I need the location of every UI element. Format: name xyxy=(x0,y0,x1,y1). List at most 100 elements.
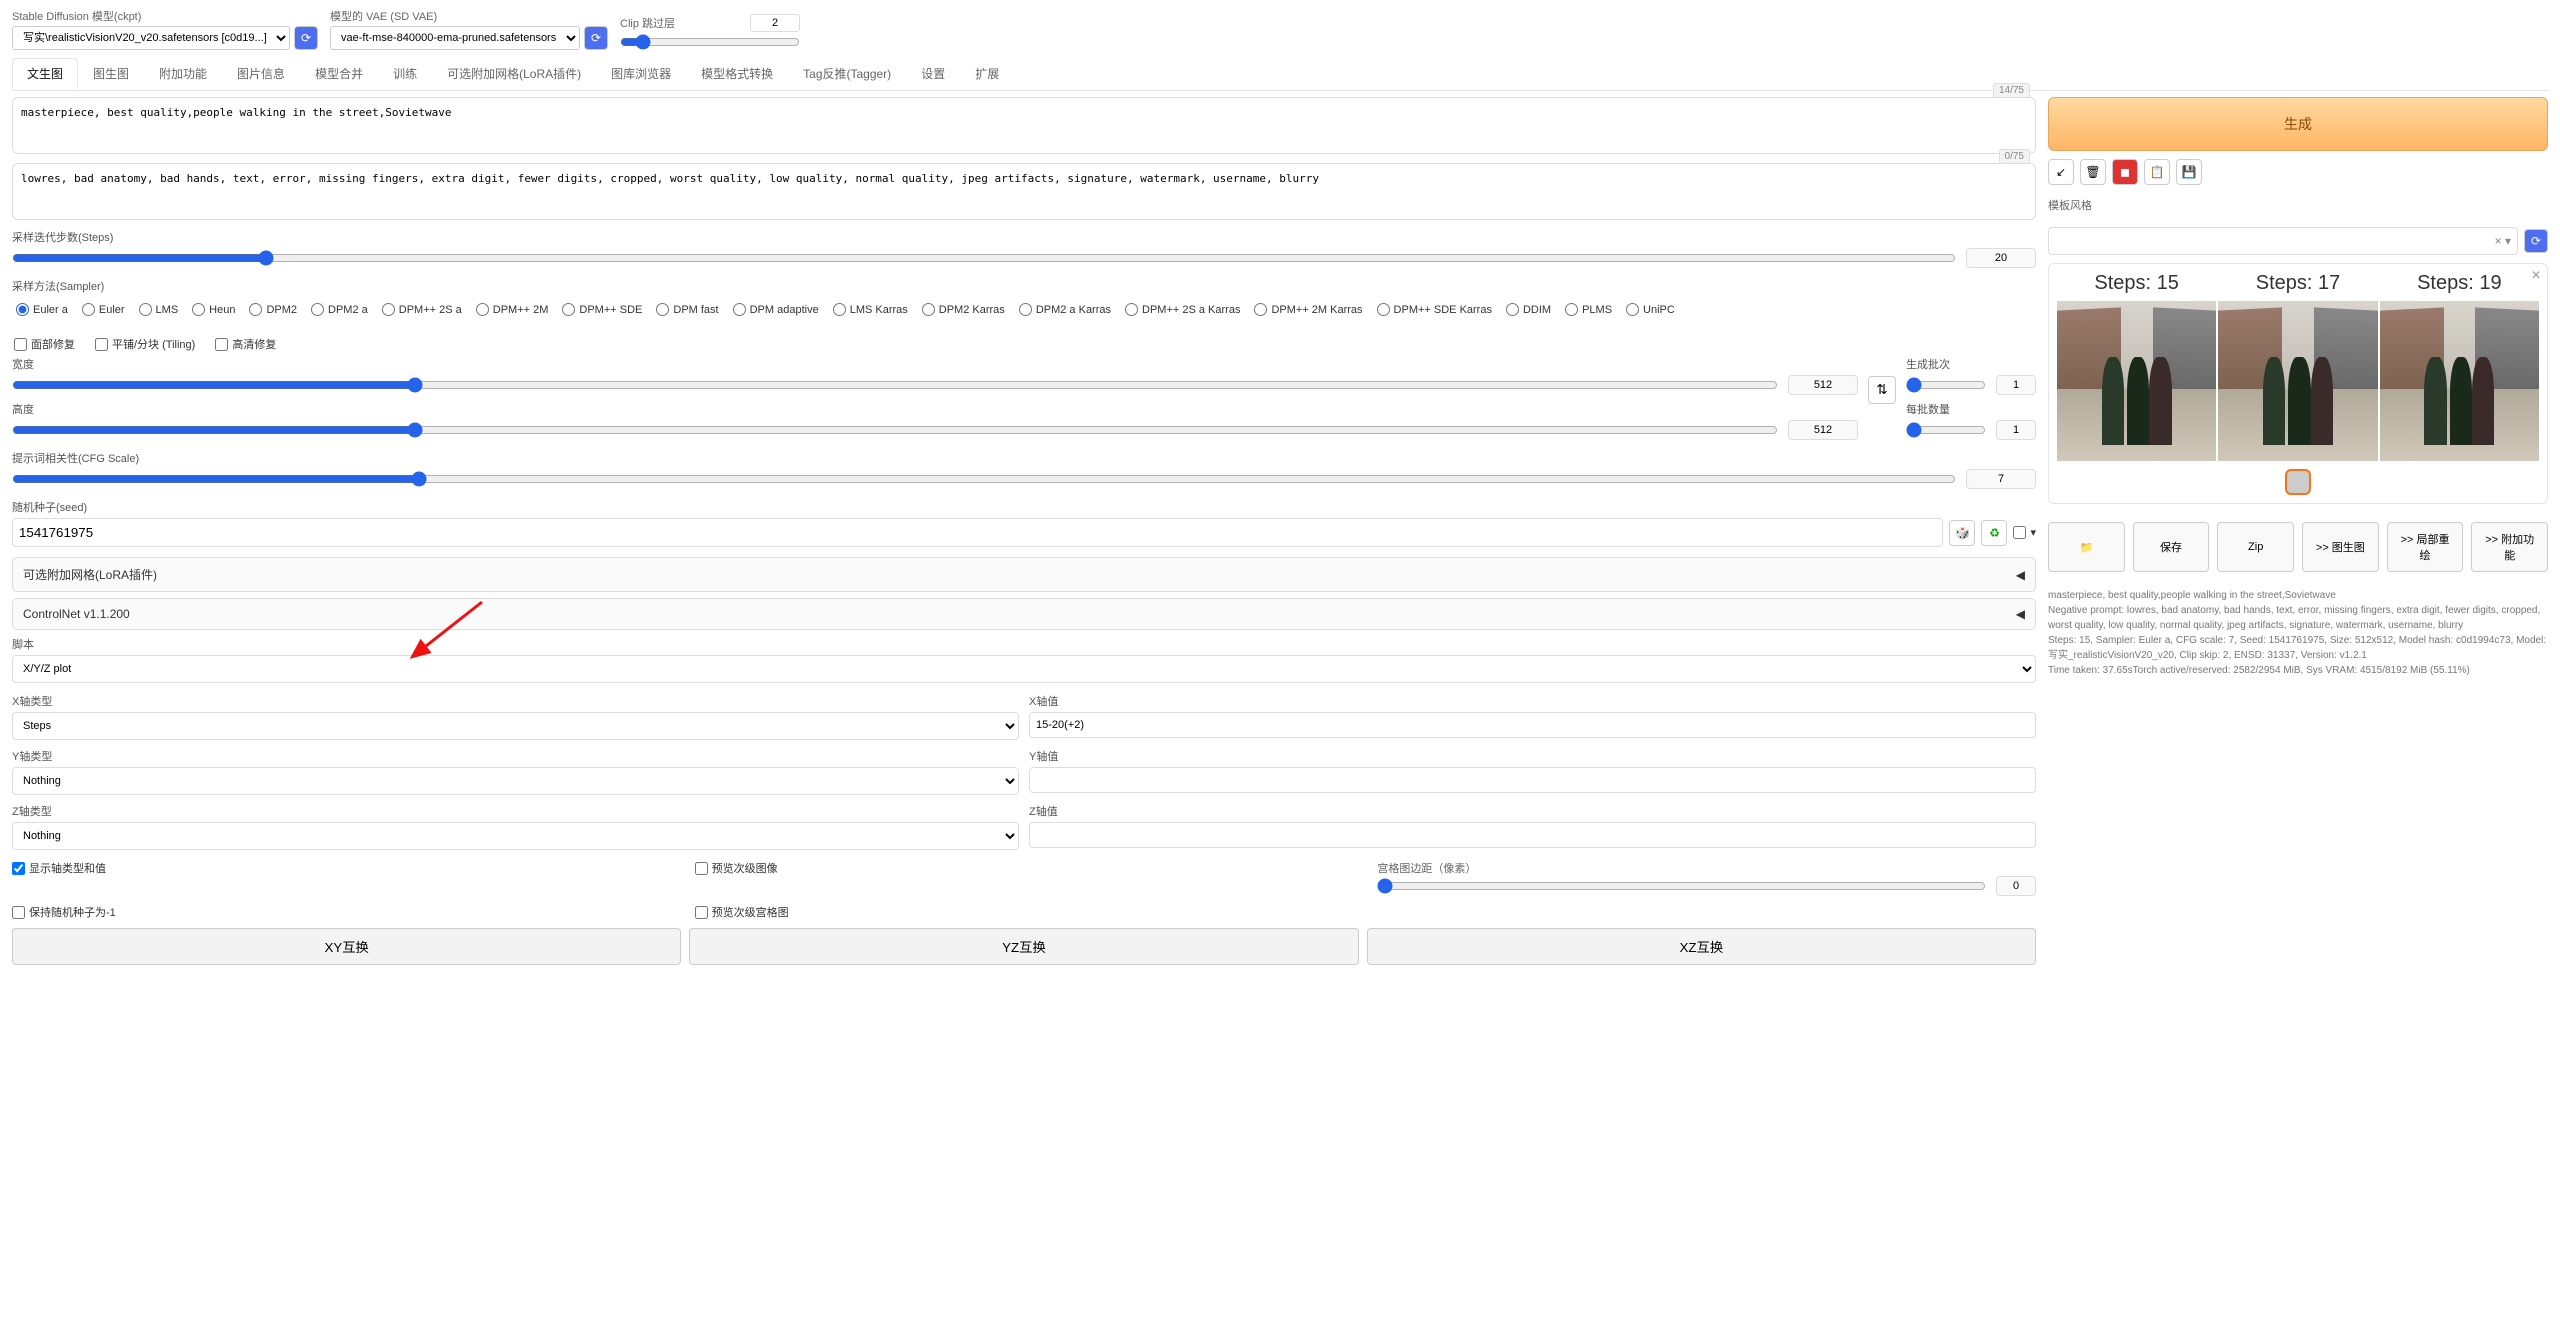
face-restore-check[interactable]: 面部修复 xyxy=(14,336,75,352)
sampler-lms-karras[interactable]: LMS Karras xyxy=(833,303,908,316)
cfg-value[interactable] xyxy=(1966,469,2036,489)
clipboard-icon[interactable]: 📋 xyxy=(2144,159,2170,185)
sampler-dpm-fast[interactable]: DPM fast xyxy=(656,303,718,316)
sampler-lms[interactable]: LMS xyxy=(139,303,179,316)
swap-xy-button[interactable]: XY互换 xyxy=(12,928,681,965)
batch-size-slider[interactable] xyxy=(1906,422,1986,438)
tab-extensions[interactable]: 扩展 xyxy=(960,58,1014,90)
sampler-dpm-2s-a[interactable]: DPM++ 2S a xyxy=(382,303,462,316)
tab-img2img[interactable]: 图生图 xyxy=(78,58,144,90)
sampler-ddim[interactable]: DDIM xyxy=(1506,303,1551,316)
seed-extra-check[interactable]: ▾ xyxy=(2013,526,2036,539)
sampler-dpm-2m[interactable]: DPM++ 2M xyxy=(476,303,549,316)
neg-token-count: 0/75 xyxy=(1999,149,2030,164)
style-select[interactable]: × ▾ xyxy=(2048,227,2518,255)
output-thumbnail[interactable] xyxy=(2285,469,2311,495)
tab-tagger[interactable]: Tag反推(Tagger) xyxy=(788,58,906,90)
height-value[interactable] xyxy=(1788,420,1858,440)
sampler-dpm-sde-karras[interactable]: DPM++ SDE Karras xyxy=(1377,303,1492,316)
tab-train[interactable]: 训练 xyxy=(378,58,432,90)
sampler-euler[interactable]: Euler xyxy=(82,303,125,316)
steps-value[interactable] xyxy=(1966,248,2036,268)
tab-settings[interactable]: 设置 xyxy=(906,58,960,90)
sampler-dpm2[interactable]: DPM2 xyxy=(249,303,297,316)
generate-button[interactable]: 生成 xyxy=(2048,97,2548,151)
checkpoint-select[interactable]: 写实\realisticVisionV20_v20.safetensors [c… xyxy=(12,26,290,50)
sampler-dpm-2s-a-karras[interactable]: DPM++ 2S a Karras xyxy=(1125,303,1240,316)
sub-img-check[interactable]: 预览次级图像 xyxy=(695,860,1354,876)
send-inpaint-button[interactable]: >> 局部重绘 xyxy=(2387,522,2464,572)
sub-grid-check[interactable]: 预览次级宫格图 xyxy=(695,904,1354,920)
seed-recycle-button[interactable]: ♻ xyxy=(1981,520,2007,546)
tab-txt2img[interactable]: 文生图 xyxy=(12,58,78,90)
margin-slider[interactable] xyxy=(1377,878,1986,894)
seed-random-button[interactable]: 🎲 xyxy=(1949,520,1975,546)
vae-select[interactable]: vae-ft-mse-840000-ema-pruned.safetensors xyxy=(330,26,580,50)
steps-slider[interactable] xyxy=(12,250,1956,266)
controlnet-accordion[interactable]: ControlNet v1.1.200◀ xyxy=(12,598,2036,630)
sampler-heun[interactable]: Heun xyxy=(192,303,235,316)
tab-gallery[interactable]: 图库浏览器 xyxy=(596,58,686,90)
width-value[interactable] xyxy=(1788,375,1858,395)
send-img2img-button[interactable]: >> 图生图 xyxy=(2302,522,2379,572)
cfg-slider[interactable] xyxy=(12,471,1956,487)
sampler-dpm2-a[interactable]: DPM2 a xyxy=(311,303,368,316)
tab-convert[interactable]: 模型格式转换 xyxy=(686,58,788,90)
open-folder-button[interactable]: 📁 xyxy=(2048,522,2125,572)
z-type-select[interactable]: Nothing xyxy=(12,822,1019,850)
y-type-select[interactable]: Nothing xyxy=(12,767,1019,795)
tab-pnginfo[interactable]: 图片信息 xyxy=(222,58,300,90)
height-slider[interactable] xyxy=(12,422,1778,438)
z-val-input[interactable] xyxy=(1029,822,2036,848)
output-image-1[interactable] xyxy=(2057,301,2216,461)
clip-skip-slider[interactable] xyxy=(620,34,800,50)
batch-count-value[interactable] xyxy=(1996,375,2036,395)
sampler-dpm-2m-karras[interactable]: DPM++ 2M Karras xyxy=(1254,303,1362,316)
show-legend-check[interactable]: 显示轴类型和值 xyxy=(12,860,671,876)
tab-lora[interactable]: 可选附加网格(LoRA插件) xyxy=(432,58,596,90)
output-image-3[interactable] xyxy=(2380,301,2539,461)
refresh-style-icon[interactable]: ⟳ xyxy=(2524,229,2548,253)
trash-icon[interactable]: 🗑 xyxy=(2080,159,2106,185)
save-button[interactable]: 保存 xyxy=(2133,522,2210,572)
seed-input[interactable] xyxy=(12,518,1943,547)
tab-extras[interactable]: 附加功能 xyxy=(144,58,222,90)
sampler-dpm-sde[interactable]: DPM++ SDE xyxy=(562,303,642,316)
stop-icon[interactable]: ◼ xyxy=(2112,159,2138,185)
send-extras-button[interactable]: >> 附加功能 xyxy=(2471,522,2548,572)
sampler-unipc[interactable]: UniPC xyxy=(1626,303,1675,316)
swap-xz-button[interactable]: XZ互换 xyxy=(1367,928,2036,965)
tiling-check[interactable]: 平铺/分块 (Tiling) xyxy=(95,336,195,352)
x-type-select[interactable]: Steps xyxy=(12,712,1019,740)
sampler-plms[interactable]: PLMS xyxy=(1565,303,1612,316)
tab-merge[interactable]: 模型合并 xyxy=(300,58,378,90)
close-icon[interactable]: ✕ xyxy=(2531,268,2541,282)
sampler-euler-a[interactable]: Euler a xyxy=(16,303,68,316)
batch-size-value[interactable] xyxy=(1996,420,2036,440)
width-slider[interactable] xyxy=(12,377,1778,393)
swap-wh-button[interactable]: ⇅ xyxy=(1868,376,1896,404)
batch-count-label: 生成批次 xyxy=(1906,356,1950,372)
refresh-vae-icon[interactable]: ⟳ xyxy=(584,26,608,50)
output-image-2[interactable] xyxy=(2218,301,2377,461)
prompt-negative[interactable]: lowres, bad anatomy, bad hands, text, er… xyxy=(12,163,2036,220)
save-icon[interactable]: 💾 xyxy=(2176,159,2202,185)
refresh-checkpoint-icon[interactable]: ⟳ xyxy=(294,26,318,50)
output-step-label-2: Steps: 17 xyxy=(2218,272,2377,295)
arrow-icon[interactable]: ↙ xyxy=(2048,159,2074,185)
batch-count-slider[interactable] xyxy=(1906,377,1986,393)
prompt-positive[interactable]: masterpiece, best quality,people walking… xyxy=(12,97,2036,154)
x-val-input[interactable] xyxy=(1029,712,2036,738)
lora-accordion[interactable]: 可选附加网格(LoRA插件)◀ xyxy=(12,557,2036,592)
sampler-dpm2-a-karras[interactable]: DPM2 a Karras xyxy=(1019,303,1111,316)
swap-yz-button[interactable]: YZ互换 xyxy=(689,928,1358,965)
sampler-dpm2-karras[interactable]: DPM2 Karras xyxy=(922,303,1005,316)
sampler-dpm-adaptive[interactable]: DPM adaptive xyxy=(733,303,819,316)
y-val-input[interactable] xyxy=(1029,767,2036,793)
keep-seed-check[interactable]: 保持随机种子为-1 xyxy=(12,904,671,920)
zip-button[interactable]: Zip xyxy=(2217,522,2294,572)
script-select[interactable]: X/Y/Z plot xyxy=(12,655,2036,683)
clip-skip-value[interactable] xyxy=(750,14,800,32)
hires-check[interactable]: 高清修复 xyxy=(215,336,276,352)
margin-value[interactable] xyxy=(1996,876,2036,896)
